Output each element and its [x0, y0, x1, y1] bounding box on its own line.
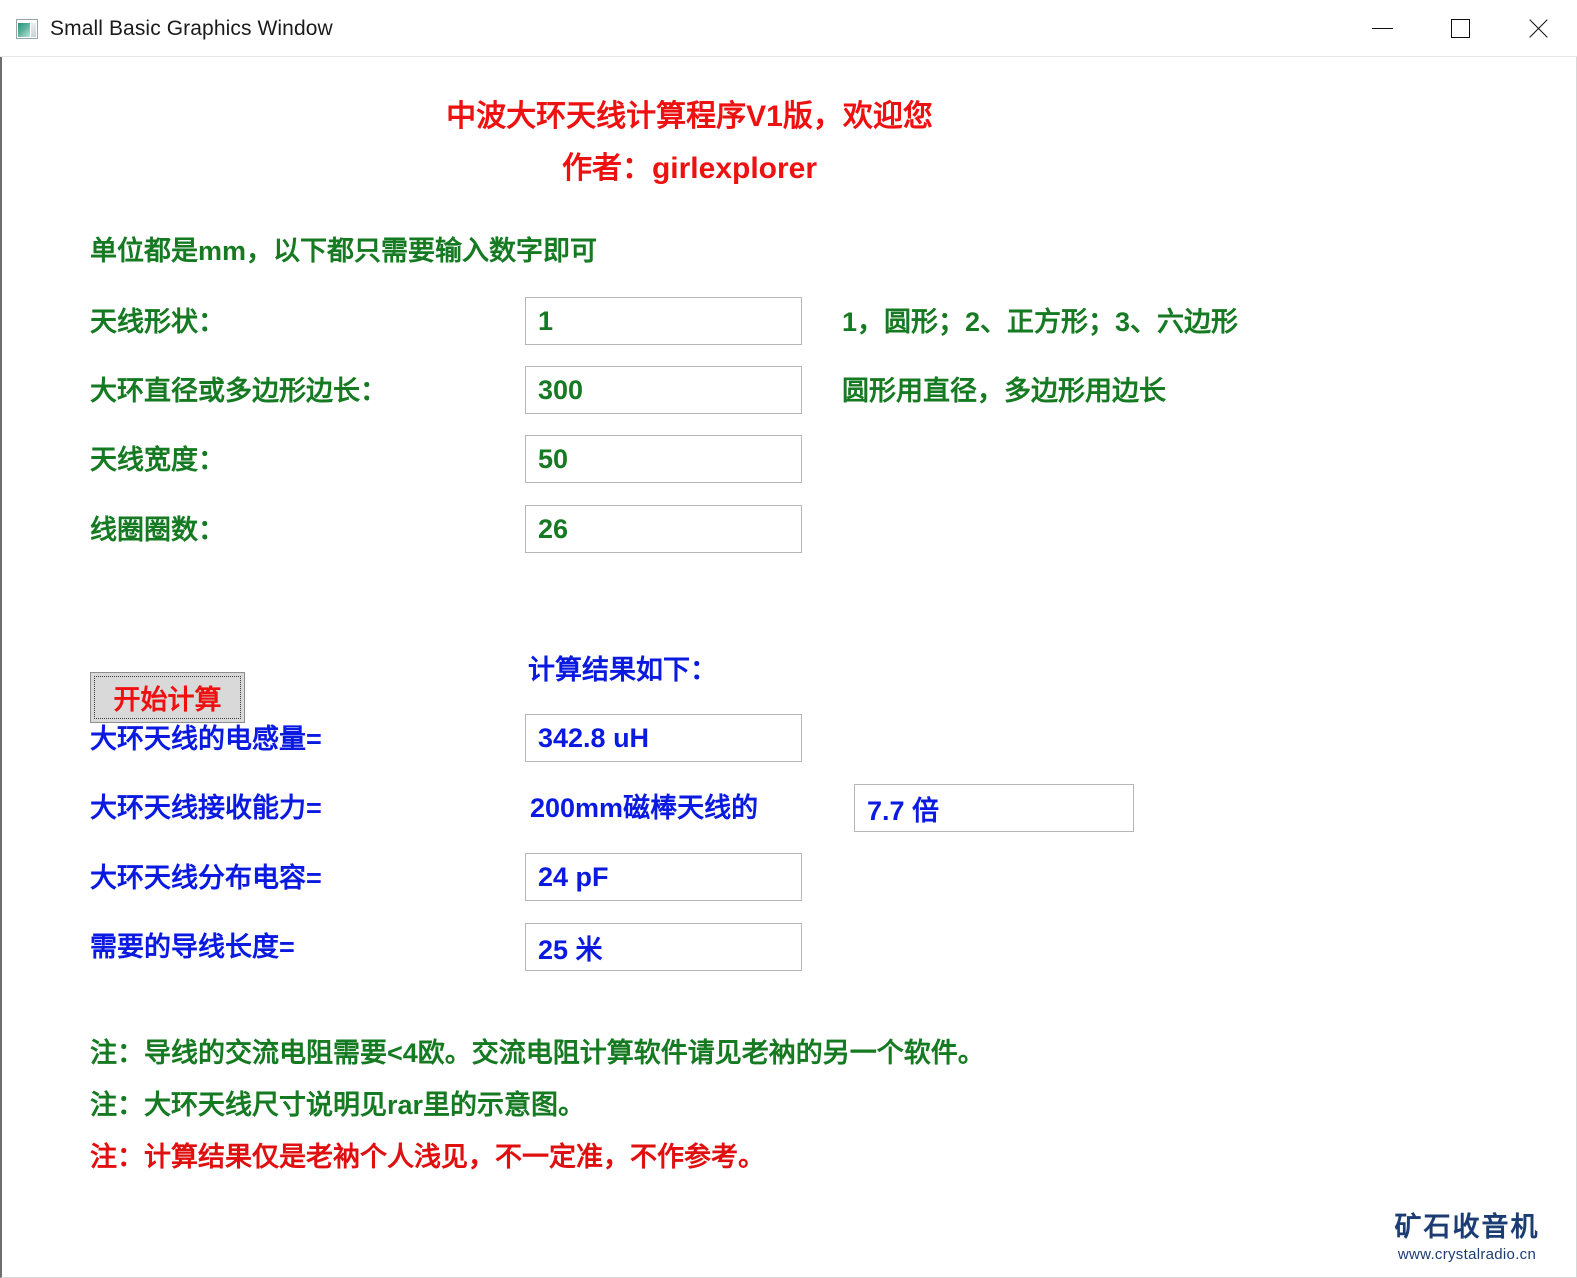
window-titlebar: Small Basic Graphics Window: [0, 0, 1577, 57]
watermark-name: 矿石收音机: [1394, 1211, 1540, 1243]
small-basic-window-icon: [16, 18, 38, 39]
label-loop-diameter: 大环直径或多边形边长：: [90, 376, 387, 406]
input-antenna-shape[interactable]: 1: [525, 297, 802, 345]
label-receiving-ability: 大环天线接收能力=: [90, 793, 322, 823]
minimize-icon: [1371, 28, 1393, 29]
hint-antenna-shape: 1，圆形；2、正方形；3、六边形: [842, 307, 1239, 337]
label-distributed-capacitance: 大环天线分布电容=: [90, 863, 322, 893]
input-loop-diameter[interactable]: 300: [525, 366, 802, 414]
close-button[interactable]: [1499, 0, 1577, 57]
output-distributed-capacitance: 24 pF: [525, 853, 802, 901]
label-coil-turns: 线圈圈数：: [90, 515, 225, 545]
label-wire-length: 需要的导线长度=: [90, 932, 295, 962]
label-antenna-shape: 天线形状：: [90, 307, 225, 337]
input-coil-turns[interactable]: 26: [525, 505, 802, 553]
start-calculation-label: 开始计算: [113, 685, 222, 715]
minimize-button[interactable]: [1343, 0, 1421, 57]
note-dimension-diagram: 注：大环天线尺寸说明见rar里的示意图。: [90, 1090, 586, 1120]
note-disclaimer: 注：计算结果仅是老衲个人浅见，不一定准，不作参考。: [90, 1142, 765, 1172]
results-title: 计算结果如下：: [528, 655, 717, 685]
hint-loop-diameter: 圆形用直径，多边形用边长: [842, 376, 1166, 406]
units-note: 单位都是mm，以下都只需要输入数字即可: [90, 236, 598, 266]
maximize-icon: [1450, 19, 1470, 38]
watermark-url: www.crystalradio.cn: [1397, 1246, 1537, 1263]
label-inductance: 大环天线的电感量=: [90, 724, 322, 754]
window-controls: [1343, 0, 1577, 57]
maximize-button[interactable]: [1421, 0, 1499, 57]
window-title: Small Basic Graphics Window: [50, 16, 333, 40]
start-calculation-button[interactable]: 开始计算: [90, 672, 245, 723]
app-headline-line1: 中波大环天线计算程序V1版，欢迎您: [446, 100, 933, 133]
titlebar-left-group: Small Basic Graphics Window: [16, 0, 333, 57]
text-ferrite-reference: 200mm磁棒天线的: [530, 793, 759, 823]
app-headline-line2: 作者：girlexplorer: [561, 152, 818, 185]
graphics-canvas: 中波大环天线计算程序V1版，欢迎您 作者：girlexplorer 单位都是mm…: [0, 57, 1577, 1278]
watermark-logo: 矿石收音机 www.crystalradio.cn: [1372, 1211, 1562, 1263]
output-wire-length: 25 米: [525, 923, 802, 971]
close-icon: [1527, 18, 1549, 40]
output-receiving-ability: 7.7 倍: [854, 784, 1134, 832]
note-ac-resistance: 注：导线的交流电阻需要<4欧。交流电阻计算软件请见老衲的另一个软件。: [90, 1038, 985, 1068]
input-antenna-width[interactable]: 50: [525, 435, 802, 483]
output-inductance: 342.8 uH: [525, 714, 802, 762]
graphics-window: Small Basic Graphics Window 中波大环天线计算程序V1…: [0, 0, 1577, 1278]
label-antenna-width: 天线宽度：: [90, 445, 225, 475]
